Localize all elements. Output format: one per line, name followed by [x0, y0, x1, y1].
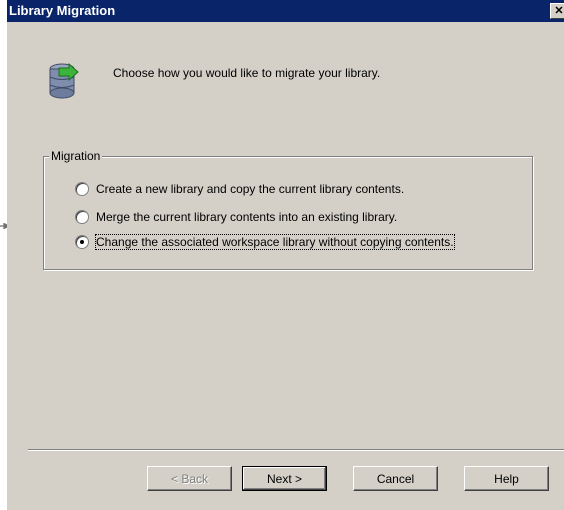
button-separator [28, 449, 564, 451]
intro-text: Choose how you would like to migrate you… [113, 66, 381, 80]
migration-group: Migration Create a new library and copy … [43, 149, 533, 270]
option-label: Create a new library and copy the curren… [96, 182, 405, 196]
option-merge-into-existing[interactable]: Merge the current library contents into … [75, 209, 397, 225]
cancel-button[interactable]: Cancel [353, 466, 438, 491]
option-label: Change the associated workspace library … [95, 234, 455, 250]
back-button[interactable]: < Back [147, 466, 232, 491]
window-title: Library Migration [9, 3, 116, 18]
help-button[interactable]: Help [464, 466, 549, 491]
option-create-new-library[interactable]: Create a new library and copy the curren… [75, 181, 404, 197]
radio-merge-into-existing[interactable] [75, 210, 89, 224]
next-button[interactable]: Next > [242, 466, 327, 491]
radio-change-workspace-library[interactable] [75, 235, 89, 249]
migration-group-label: Migration [49, 149, 103, 163]
close-button[interactable]: ✕ [550, 3, 564, 19]
library-migration-dialog: Library Migration ✕ Choose how you would… [7, 0, 564, 510]
radio-create-new-library[interactable] [75, 182, 89, 196]
database-migrate-icon [49, 62, 79, 99]
title-bar: Library Migration ✕ [7, 0, 564, 22]
option-change-workspace-library[interactable]: Change the associated workspace library … [75, 234, 455, 250]
option-label: Merge the current library contents into … [96, 210, 398, 224]
